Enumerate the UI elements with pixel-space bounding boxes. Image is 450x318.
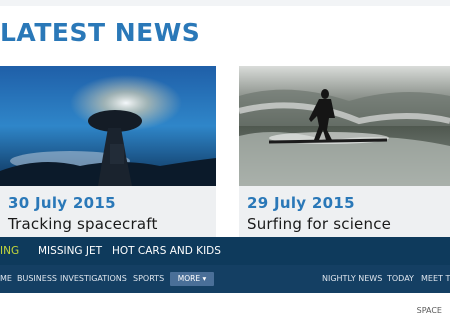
nav-link-business[interactable]: BUSINESS [17, 265, 57, 293]
news-card-image-dish[interactable] [0, 66, 216, 186]
trending-bar: ING MISSING JET HOT CARS AND KIDS [0, 237, 450, 265]
news-card-image-surfer[interactable] [239, 66, 450, 186]
nav-link-investigations[interactable]: INVESTIGATIONS [60, 265, 127, 293]
nav-link-sports[interactable]: SPORTS [133, 265, 164, 293]
news-card-tracking-spacecraft[interactable]: 30 July 2015 Tracking spacecraft [0, 66, 216, 240]
card-title[interactable]: Tracking spacecraft [8, 215, 158, 233]
card-title[interactable]: Surfing for science [247, 215, 391, 233]
nav-bar: ME BUSINESS INVESTIGATIONS SPORTS MORE ▾… [0, 265, 450, 293]
trending-link-1[interactable]: ING [0, 237, 19, 265]
section-label-space[interactable]: SPACE [417, 306, 442, 315]
nav-link-nightly-news[interactable]: NIGHTLY NEWS [322, 265, 382, 293]
nav-link-meet-the-press[interactable]: MEET T [421, 265, 450, 293]
top-strip [0, 0, 450, 6]
trending-link-3[interactable]: HOT CARS AND KIDS [112, 237, 221, 265]
card-date: 29 July 2015 [247, 194, 355, 212]
section-title: LATEST NEWS [0, 18, 201, 47]
nav-link-home[interactable]: ME [0, 265, 12, 293]
nav-link-today[interactable]: TODAY [387, 265, 414, 293]
more-dropdown-button[interactable]: MORE ▾ [170, 272, 214, 286]
news-card-surfing-for-science[interactable]: 29 July 2015 Surfing for science [239, 66, 450, 240]
trending-link-2[interactable]: MISSING JET [38, 237, 102, 265]
card-date: 30 July 2015 [8, 194, 116, 212]
